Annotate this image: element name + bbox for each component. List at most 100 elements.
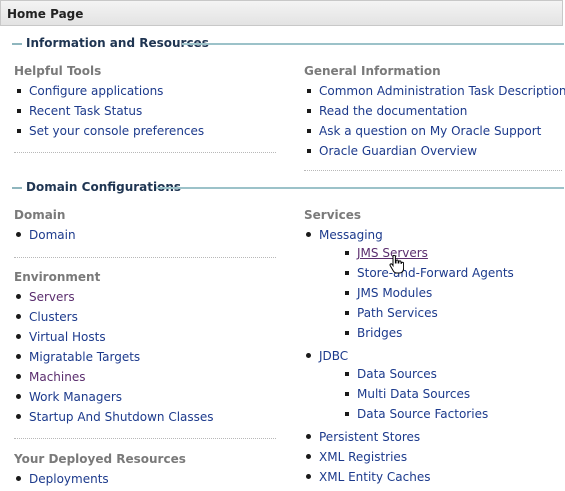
page-title-bar: Home Page bbox=[0, 0, 563, 26]
store-and-forward-agents-link[interactable]: Store-and-Forward Agents bbox=[357, 266, 514, 280]
list-item: Machines bbox=[14, 369, 214, 389]
list-item: Servers bbox=[14, 289, 214, 309]
startup-shutdown-classes-link[interactable]: Startup And Shutdown Classes bbox=[29, 410, 214, 424]
bullet-icon bbox=[16, 294, 21, 299]
jms-modules-link[interactable]: JMS Modules bbox=[357, 286, 432, 300]
list-item: Persistent Stores bbox=[304, 429, 431, 449]
deployed-resources-title: Your Deployed Resources bbox=[14, 452, 186, 466]
section-divider bbox=[156, 187, 564, 189]
bullet-icon bbox=[307, 149, 311, 153]
section-divider bbox=[182, 43, 564, 45]
bullet-icon bbox=[17, 89, 21, 93]
column-divider bbox=[304, 170, 562, 171]
read-documentation-link[interactable]: Read the documentation bbox=[319, 104, 467, 118]
environment-list: Servers Clusters Virtual Hosts Migratabl… bbox=[14, 289, 214, 429]
machines-link[interactable]: Machines bbox=[29, 370, 85, 384]
bullet-icon bbox=[16, 374, 21, 379]
oracle-support-link[interactable]: Ask a question on My Oracle Support bbox=[319, 124, 541, 138]
column-divider bbox=[14, 257, 276, 258]
messaging-group: Messaging bbox=[304, 227, 383, 247]
section-divider bbox=[12, 43, 22, 45]
jdbc-list: Data Sources Multi Data Sources Data Sou… bbox=[342, 366, 488, 426]
persistent-stores-link[interactable]: Persistent Stores bbox=[319, 430, 420, 444]
bullet-icon bbox=[16, 232, 21, 237]
services-other-list: Persistent Stores XML Registries XML Ent… bbox=[304, 429, 431, 489]
info-section-header: Information and Resources bbox=[4, 36, 564, 51]
data-sources-link[interactable]: Data Sources bbox=[357, 367, 437, 381]
bullet-icon bbox=[16, 334, 21, 339]
jdbc-link[interactable]: JDBC bbox=[319, 349, 348, 363]
list-item: Path Services bbox=[342, 305, 514, 325]
list-item: Ask a question on My Oracle Support bbox=[304, 123, 565, 143]
helpful-tools-title: Helpful Tools bbox=[14, 64, 102, 78]
bullet-icon bbox=[307, 89, 311, 93]
list-item: Set your console preferences bbox=[14, 123, 204, 143]
list-item: JDBC bbox=[304, 348, 348, 368]
xml-entity-caches-link[interactable]: XML Entity Caches bbox=[319, 470, 431, 484]
bullet-icon bbox=[345, 271, 349, 275]
bullet-icon bbox=[306, 232, 311, 237]
servers-link[interactable]: Servers bbox=[29, 290, 75, 304]
list-item: Store-and-Forward Agents bbox=[342, 265, 514, 285]
clusters-link[interactable]: Clusters bbox=[29, 310, 78, 324]
messaging-link[interactable]: Messaging bbox=[319, 228, 383, 242]
console-preferences-link[interactable]: Set your console preferences bbox=[29, 124, 204, 138]
list-item: Migratable Targets bbox=[14, 349, 214, 369]
admin-task-descriptions-link[interactable]: Common Administration Task Descriptions bbox=[319, 84, 565, 98]
helpful-tools-list: Configure applications Recent Task Statu… bbox=[14, 83, 204, 143]
bridges-link[interactable]: Bridges bbox=[357, 326, 402, 340]
bullet-icon bbox=[306, 454, 311, 459]
domain-title: Domain bbox=[14, 208, 66, 222]
bullet-icon bbox=[307, 109, 311, 113]
list-item: JMS Modules bbox=[342, 285, 514, 305]
list-item: Common Administration Task Descriptions bbox=[304, 83, 565, 103]
bullet-icon bbox=[306, 353, 311, 358]
virtual-hosts-link[interactable]: Virtual Hosts bbox=[29, 330, 106, 344]
domain-config-section-header: Domain Configurations bbox=[4, 180, 564, 195]
multi-data-sources-link[interactable]: Multi Data Sources bbox=[357, 387, 470, 401]
list-item: Startup And Shutdown Classes bbox=[14, 409, 214, 429]
bullet-icon bbox=[16, 394, 21, 399]
list-item: Bridges bbox=[342, 325, 514, 345]
path-services-link[interactable]: Path Services bbox=[357, 306, 438, 320]
environment-title: Environment bbox=[14, 270, 101, 284]
bullet-icon bbox=[16, 476, 21, 481]
bullet-icon bbox=[345, 412, 349, 416]
list-item: Oracle Guardian Overview bbox=[304, 143, 565, 163]
general-info-title: General Information bbox=[304, 64, 441, 78]
bullet-icon bbox=[345, 251, 349, 255]
services-title: Services bbox=[304, 208, 362, 222]
xml-registries-link[interactable]: XML Registries bbox=[319, 450, 407, 464]
deployments-link[interactable]: Deployments bbox=[29, 472, 109, 486]
list-item: Data Sources bbox=[342, 366, 488, 386]
bullet-icon bbox=[16, 314, 21, 319]
list-item: Virtual Hosts bbox=[14, 329, 214, 349]
migratable-targets-link[interactable]: Migratable Targets bbox=[29, 350, 140, 364]
column-divider bbox=[14, 152, 276, 153]
domain-link[interactable]: Domain bbox=[29, 228, 76, 242]
page-title: Home Page bbox=[7, 7, 84, 21]
bullet-icon bbox=[345, 331, 349, 335]
list-item: Recent Task Status bbox=[14, 103, 204, 123]
list-item: Domain bbox=[14, 227, 76, 247]
list-item: Configure applications bbox=[14, 83, 204, 103]
configure-applications-link[interactable]: Configure applications bbox=[29, 84, 163, 98]
deployed-list: Deployments bbox=[14, 471, 109, 491]
bullet-icon bbox=[345, 392, 349, 396]
list-item: Read the documentation bbox=[304, 103, 565, 123]
domain-list: Domain bbox=[14, 227, 76, 247]
data-source-factories-link[interactable]: Data Source Factories bbox=[357, 407, 488, 421]
oracle-guardian-link[interactable]: Oracle Guardian Overview bbox=[319, 144, 477, 158]
list-item: Data Source Factories bbox=[342, 406, 488, 426]
bullet-icon bbox=[16, 354, 21, 359]
list-item: Clusters bbox=[14, 309, 214, 329]
column-divider bbox=[14, 438, 276, 439]
bullet-icon bbox=[17, 109, 21, 113]
work-managers-link[interactable]: Work Managers bbox=[29, 390, 122, 404]
bullet-icon bbox=[306, 434, 311, 439]
list-item: XML Entity Caches bbox=[304, 469, 431, 489]
recent-task-status-link[interactable]: Recent Task Status bbox=[29, 104, 142, 118]
list-item: JMS Servers bbox=[342, 245, 514, 265]
general-info-list: Common Administration Task Descriptions … bbox=[304, 83, 565, 163]
hand-pointer-icon bbox=[389, 255, 404, 274]
